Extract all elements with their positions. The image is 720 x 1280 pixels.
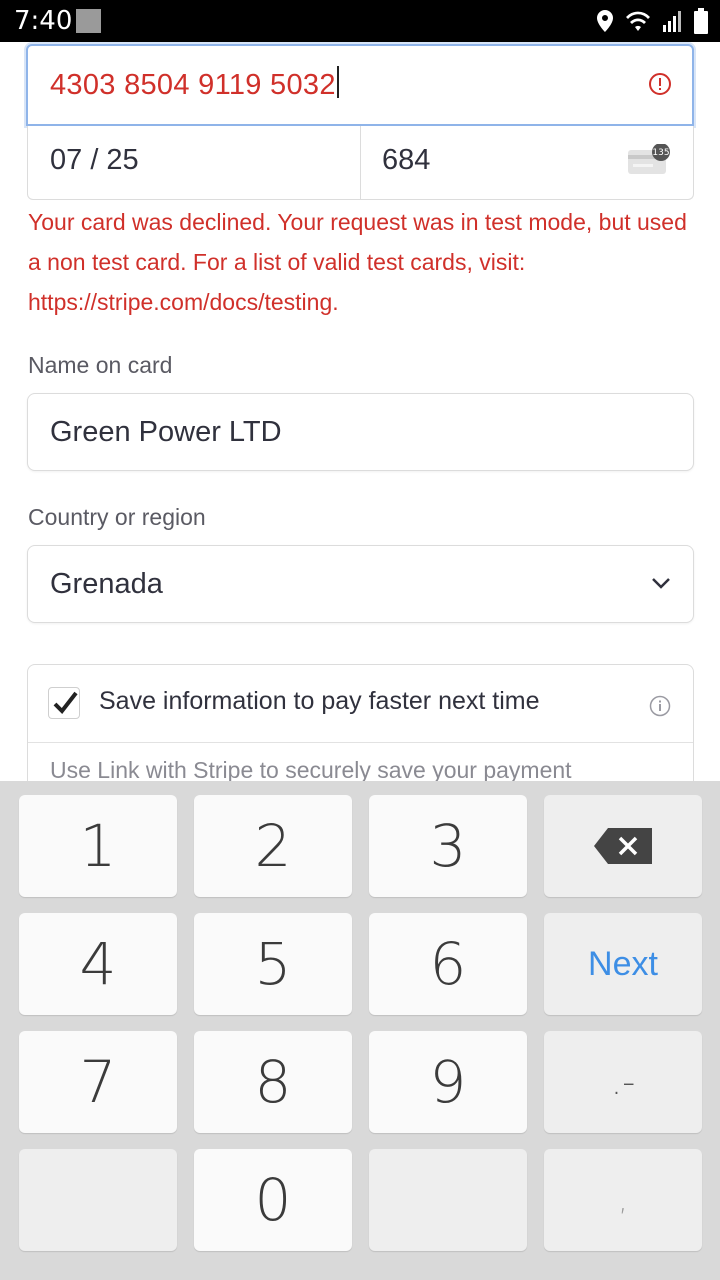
key-5[interactable]: 5 <box>194 913 352 1015</box>
key-6[interactable]: 6 <box>369 913 527 1015</box>
empty-key-middle <box>369 1149 527 1251</box>
key-9[interactable]: 9 <box>369 1031 527 1133</box>
payment-form: 4303 8504 9119 5032 07 / 25 684 135 Your… <box>0 42 720 781</box>
expiry-field[interactable]: 07 / 25 <box>50 144 139 177</box>
error-icon <box>649 73 671 95</box>
country-value: Grenada <box>50 568 163 600</box>
country-select[interactable]: Grenada <box>27 545 694 623</box>
empty-key-left <box>19 1149 177 1251</box>
backspace-key[interactable] <box>544 795 702 897</box>
key-7[interactable]: 7 <box>19 1031 177 1133</box>
checkmark-icon <box>53 691 78 715</box>
key-2[interactable]: 2 <box>194 795 352 897</box>
name-on-card-label: Name on card <box>28 352 173 378</box>
save-divider <box>28 742 693 743</box>
cvc-icon-number: 135 <box>652 148 669 158</box>
text-caret <box>336 66 339 98</box>
name-on-card-field[interactable]: Green Power LTD <box>27 393 694 471</box>
chevron-down-icon <box>652 578 670 589</box>
card-number-field[interactable]: 4303 8504 9119 5032 <box>26 44 694 126</box>
card-number-value[interactable]: 4303 8504 9119 5032 <box>50 66 339 102</box>
location-icon <box>597 10 613 32</box>
key-4[interactable]: 4 <box>19 913 177 1015</box>
info-icon[interactable] <box>649 695 671 717</box>
field-divider <box>360 126 361 200</box>
save-info-checkbox[interactable] <box>48 687 80 719</box>
key-3[interactable]: 3 <box>369 795 527 897</box>
comma-key[interactable]: , <box>544 1149 702 1251</box>
save-info-box: Save information to pay faster next time… <box>27 664 694 781</box>
battery-icon <box>694 8 708 34</box>
key-0[interactable]: 0 <box>194 1149 352 1251</box>
notification-icon <box>76 9 101 33</box>
card-error-message: Your card was declined. Your request was… <box>28 209 687 315</box>
status-time: 7:40 <box>14 6 73 36</box>
cvc-card-icon: 135 <box>627 143 673 181</box>
cvc-field[interactable]: 684 <box>382 144 430 177</box>
signal-icon <box>663 11 681 32</box>
backspace-icon <box>594 828 652 864</box>
name-on-card-value: Green Power LTD <box>50 416 282 448</box>
save-info-label[interactable]: Save information to pay faster next time <box>99 687 540 716</box>
next-key[interactable]: Next <box>544 913 702 1015</box>
key-8[interactable]: 8 <box>194 1031 352 1133</box>
status-bar: 7:40 <box>0 0 720 42</box>
numeric-keyboard: 1 2 3 4 5 6 Next 7 8 9 .- 0 , <box>0 781 720 1280</box>
wifi-icon <box>626 11 650 32</box>
card-details-row: 07 / 25 684 135 <box>27 126 694 200</box>
save-info-description: Use Link with Stripe to securely save yo… <box>50 757 572 781</box>
punctuation-key[interactable]: .- <box>544 1031 702 1133</box>
key-1[interactable]: 1 <box>19 795 177 897</box>
country-label: Country or region <box>28 504 206 530</box>
status-icons <box>596 8 708 34</box>
